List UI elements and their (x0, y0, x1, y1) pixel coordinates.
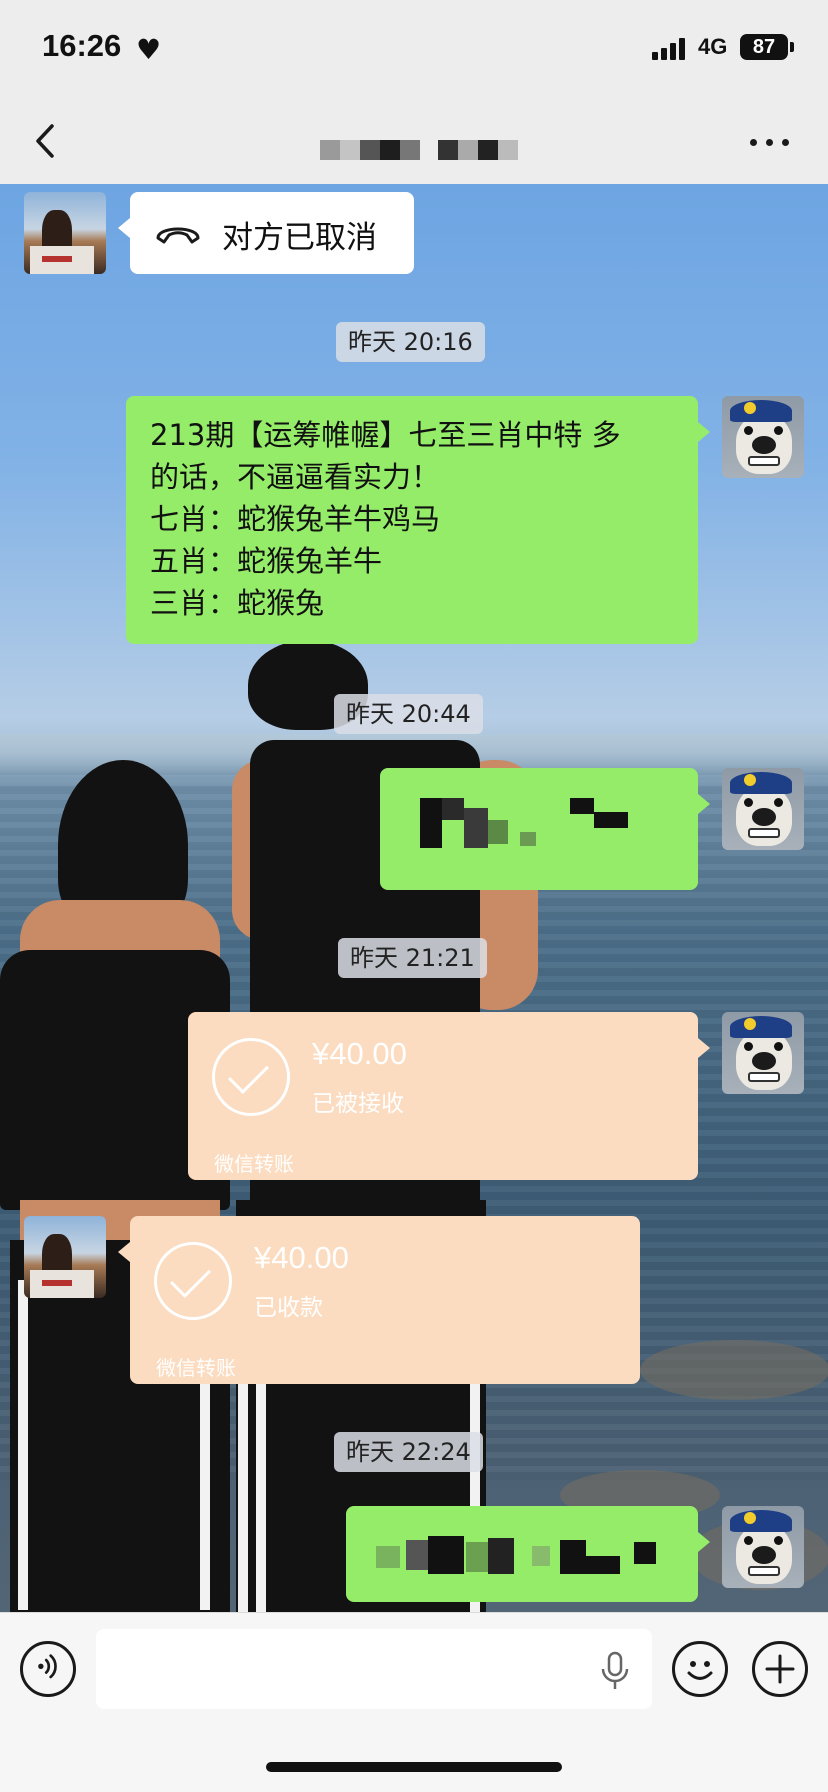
pants-stripe (256, 1380, 266, 1620)
my-avatar[interactable] (722, 1012, 804, 1094)
home-indicator[interactable] (266, 1762, 562, 1772)
battery-level: 87 (752, 36, 776, 58)
voice-icon[interactable] (20, 1641, 76, 1697)
call-status-text: 对方已取消 (222, 220, 377, 256)
pants-stripe (238, 1380, 248, 1620)
pants-stripe (18, 1280, 28, 1610)
contact-avatar[interactable] (24, 192, 106, 274)
cellular-signal-icon (652, 38, 686, 60)
message-line: 213期【运筹帷幄】七至三肖中特 多 (150, 418, 621, 452)
my-avatar[interactable] (722, 396, 804, 478)
pixelated-message-bubble[interactable] (346, 1506, 710, 1602)
transfer-footer: 微信转账 (214, 1152, 294, 1176)
pixelated-content (376, 1536, 676, 1580)
pixelated-content (420, 798, 640, 868)
transfer-amount: ¥40.00 (312, 1036, 407, 1071)
status-bar: 16:26 ♥ 4G 87 (0, 0, 828, 100)
transfer-card-sent[interactable]: ¥40.00 已被接收 微信转账 (188, 1012, 710, 1180)
network-type: 4G (698, 34, 728, 59)
timestamp-divider: 昨天 22:24 (334, 1432, 483, 1472)
message-line: 的话，不逼逼看实力！ (150, 460, 441, 494)
contact-avatar[interactable] (24, 1216, 106, 1298)
timestamp-divider: 昨天 20:16 (336, 322, 485, 362)
timestamp-divider: 昨天 21:21 (338, 938, 487, 978)
battery-icon: 87 (740, 34, 788, 60)
battery-tip (790, 42, 794, 52)
transfer-footer: 微信转账 (156, 1356, 236, 1380)
plus-icon[interactable] (752, 1641, 808, 1697)
transfer-status: 已收款 (254, 1295, 323, 1321)
timestamp-divider: 昨天 20:44 (334, 694, 483, 734)
emoji-icon[interactable] (672, 1641, 728, 1697)
chevron-left-icon[interactable] (28, 118, 68, 164)
phone-hangup-icon (156, 227, 200, 244)
message-line: 七肖：蛇猴兔羊牛鸡马 (150, 502, 441, 536)
my-avatar[interactable] (722, 768, 804, 850)
transfer-card-received[interactable]: ¥40.00 已收款 微信转账 (118, 1216, 640, 1384)
chat-title-pixelated (320, 140, 520, 160)
text-message-bubble[interactable]: 213期【运筹帷幄】七至三肖中特 多 的话，不逼逼看实力！ 七肖：蛇猴兔羊牛鸡马… (126, 396, 710, 644)
check-circle-icon (212, 1038, 290, 1116)
message-input[interactable] (96, 1629, 652, 1709)
more-horizontal-icon[interactable] (748, 136, 792, 148)
my-avatar[interactable] (722, 1506, 804, 1588)
heart-icon: ♥ (136, 33, 162, 66)
microphone-icon[interactable] (600, 1651, 630, 1691)
message-line: 五肖：蛇猴兔羊牛 (150, 544, 383, 578)
chat-nav-bar (0, 100, 828, 184)
message-line: 三肖：蛇猴兔 (150, 586, 325, 620)
call-status-bubble[interactable]: 对方已取消 (118, 192, 414, 274)
transfer-status: 已被接收 (312, 1091, 404, 1117)
status-time: 16:26 (42, 28, 122, 63)
transfer-amount: ¥40.00 (254, 1240, 349, 1275)
pixelated-message-bubble[interactable] (380, 768, 710, 890)
check-circle-icon (154, 1242, 232, 1320)
shore-rock (640, 1340, 828, 1400)
